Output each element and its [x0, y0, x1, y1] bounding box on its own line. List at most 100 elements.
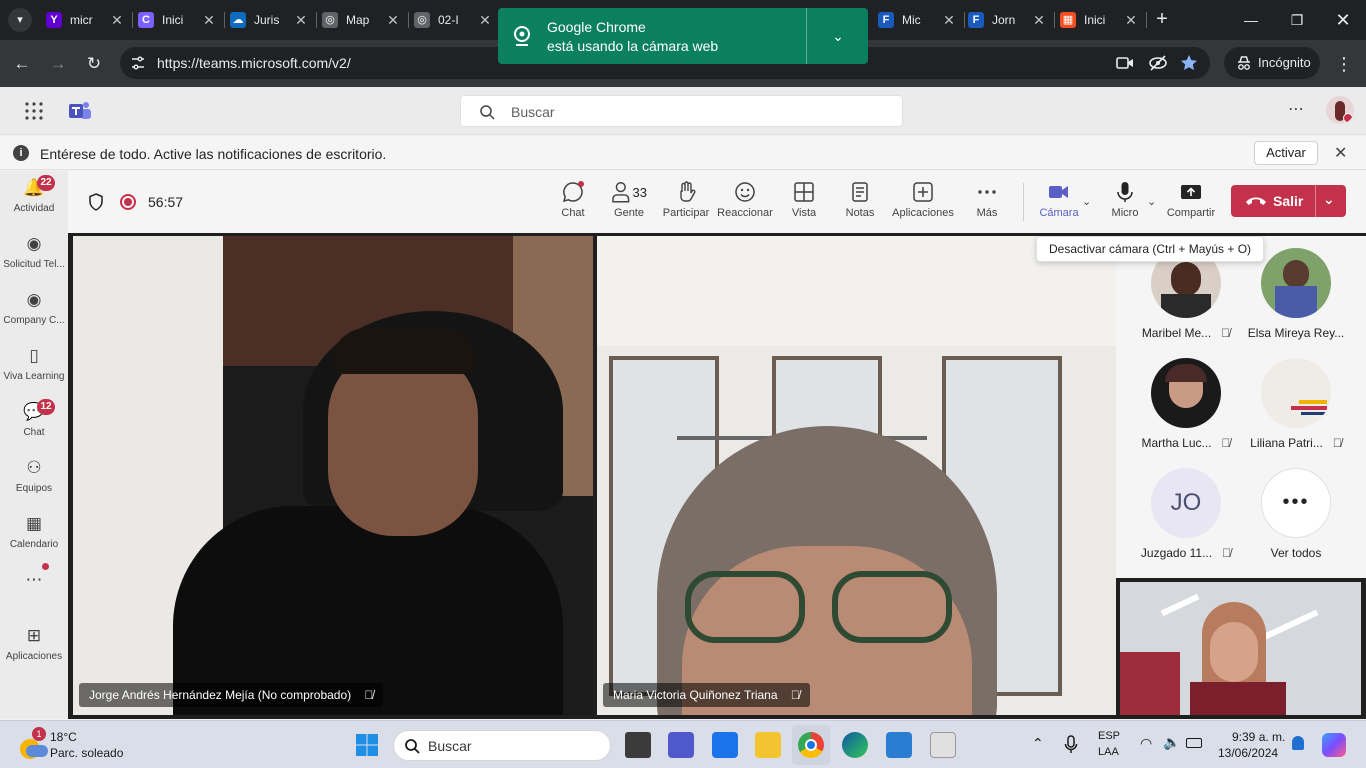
notes-button[interactable]: Notas	[843, 181, 877, 219]
site-info-icon[interactable]	[130, 55, 146, 71]
apps-button[interactable]: Aplicaciones	[892, 181, 954, 219]
camera-button[interactable]: Cámara	[1036, 181, 1082, 219]
windows-start-icon[interactable]	[355, 733, 379, 757]
back-arrow-icon[interactable]: ←	[10, 52, 34, 76]
tab-close-icon[interactable]: ✕	[292, 11, 310, 29]
browser-tab[interactable]: C Inici ✕	[138, 8, 218, 32]
taskbar-search[interactable]: Buscar	[393, 730, 611, 761]
tab-close-icon[interactable]: ✕	[940, 11, 958, 29]
rail-item-label: Company C...	[3, 315, 65, 326]
browser-tab[interactable]: F Mic ✕	[878, 8, 958, 32]
tab-close-icon[interactable]: ✕	[108, 11, 126, 29]
rail-item[interactable]: 🔔 22 Actividad	[0, 175, 68, 214]
microphone-icon	[1117, 182, 1133, 202]
reload-icon[interactable]: ↻	[82, 52, 106, 76]
camera-options-chevron-icon[interactable]: ⌄	[1082, 195, 1091, 208]
rail-item[interactable]: ▦ Calendario	[0, 513, 68, 550]
notification-bell-icon[interactable]	[1292, 736, 1304, 750]
more-button[interactable]: Más	[972, 181, 1002, 219]
participant-video-tile[interactable]: Maria Victoria Quiñonez Triana 🎙̸	[597, 236, 1116, 715]
forward-arrow-icon[interactable]: →	[46, 52, 70, 76]
camera-status-icon[interactable]	[1116, 55, 1134, 71]
browser-tab[interactable]: Ymicr ✕	[46, 8, 126, 32]
view-button[interactable]: Vista	[788, 181, 820, 219]
rail-item[interactable]: ◉ Solicitud Tel...	[0, 233, 68, 270]
edge-icon[interactable]	[842, 732, 868, 758]
ellipsis-icon: •••	[1261, 468, 1331, 538]
people-button[interactable]: 33 Gente	[611, 181, 647, 219]
weather-widget[interactable]: 1	[18, 727, 48, 759]
browser-tab[interactable]: ◎ Map ✕	[322, 8, 402, 32]
browser-tab[interactable]: ▦ Inici ✕	[1060, 8, 1140, 32]
clock-time[interactable]: 9:39 a. m.	[1232, 730, 1285, 744]
gallery-participant[interactable]: Liliana Patri... 🎙̸	[1236, 358, 1356, 450]
react-button[interactable]: Reaccionar	[716, 181, 774, 219]
mic-options-chevron-icon[interactable]: ⌄	[1147, 195, 1156, 208]
restore-button[interactable]: ❐	[1274, 0, 1320, 40]
teams-search-bar[interactable]: Buscar	[460, 95, 903, 127]
task-view-icon[interactable]	[625, 732, 651, 758]
volume-icon[interactable]: 🔈	[1163, 734, 1180, 751]
chrome-menu-icon[interactable]: ⋮	[1332, 52, 1356, 76]
leave-button[interactable]: Salir ⌄	[1231, 185, 1346, 217]
gallery-participant[interactable]: Martha Luc... 🎙̸	[1126, 358, 1246, 450]
rail-item[interactable]: 💬 12 Chat	[0, 399, 68, 438]
view-all-participants-button[interactable]: ••• Ver todos	[1236, 468, 1356, 560]
tab-title: Juris	[254, 13, 280, 27]
participant-video-tile[interactable]: Jorge Andrés Hernández Mejía (No comprob…	[73, 236, 593, 715]
minimize-button[interactable]: —	[1228, 0, 1274, 40]
tab-search-button[interactable]: ▾	[8, 8, 32, 32]
leave-options-chevron-icon[interactable]: ⌄	[1323, 191, 1335, 208]
chat-button[interactable]: Chat	[558, 181, 588, 219]
raise-hand-button[interactable]: Participar	[662, 181, 710, 219]
tab-favicon-icon: ◎	[414, 12, 430, 28]
language-code[interactable]: ESP	[1098, 730, 1120, 742]
battery-icon[interactable]	[1186, 738, 1202, 748]
browser-tab[interactable]: ◎ 02-I ✕	[414, 8, 494, 32]
incognito-indicator[interactable]: Incógnito	[1224, 47, 1320, 79]
snipping-tool-icon[interactable]	[930, 732, 956, 758]
ellipsis-icon	[978, 190, 996, 194]
tab-close-icon[interactable]: ✕	[384, 11, 402, 29]
activate-notifications-button[interactable]: Activar	[1254, 141, 1318, 165]
dismiss-close-icon[interactable]: ✕	[1334, 143, 1347, 163]
popup-expand-chevron-icon[interactable]: ⌄	[824, 24, 852, 48]
browser-tab[interactable]: F Jorn ✕	[968, 8, 1048, 32]
rail-item[interactable]: ◉ Company C...	[0, 289, 68, 326]
microphone-in-use-icon[interactable]	[1064, 735, 1078, 755]
wifi-icon[interactable]: ◠	[1140, 735, 1152, 752]
rail-item[interactable]: ⊞ Aplicaciones	[0, 625, 68, 662]
tab-close-icon[interactable]: ✕	[1030, 11, 1048, 29]
profile-avatar[interactable]	[1326, 96, 1354, 124]
video-glasses-left	[685, 571, 805, 643]
file-explorer-icon[interactable]	[755, 732, 781, 758]
clock-date[interactable]: 13/06/2024	[1218, 746, 1278, 760]
new-tab-button[interactable]: +	[1150, 8, 1174, 32]
close-window-button[interactable]: ✕	[1320, 0, 1366, 40]
microphone-button[interactable]: Micro	[1108, 181, 1142, 219]
gallery-participant[interactable]: JO Juzgado 11... 🎙̸	[1126, 468, 1246, 560]
mail-icon[interactable]	[712, 732, 738, 758]
shield-icon[interactable]	[88, 193, 104, 211]
store-icon[interactable]	[886, 732, 912, 758]
rail-item[interactable]: ⋯	[0, 563, 68, 595]
chrome-taskbar-icon[interactable]	[798, 732, 824, 758]
rail-item[interactable]: ⚇ Equipos	[0, 457, 68, 494]
show-hidden-icons-chevron[interactable]: ⌃	[1032, 735, 1044, 752]
notification-bar: i Entérese de todo. Active las notificac…	[0, 136, 1366, 170]
browser-tab[interactable]: ☁ Juris ✕	[230, 8, 310, 32]
more-options-icon[interactable]: ⋯	[1288, 99, 1305, 119]
rail-item[interactable]: ▯ Viva Learning	[0, 345, 68, 382]
keyboard-layout[interactable]: LAA	[1098, 746, 1119, 758]
tab-close-icon[interactable]: ✕	[476, 11, 494, 29]
app-launcher-icon[interactable]	[25, 102, 43, 120]
teams-icon: ⚇	[26, 458, 42, 477]
copilot-icon[interactable]	[1322, 733, 1346, 757]
share-button[interactable]: Compartir	[1165, 181, 1217, 219]
teams-taskbar-icon[interactable]	[668, 732, 694, 758]
tab-close-icon[interactable]: ✕	[200, 11, 218, 29]
bookmark-star-icon[interactable]	[1180, 54, 1198, 72]
eye-slash-icon[interactable]	[1148, 54, 1168, 72]
tab-close-icon[interactable]: ✕	[1122, 11, 1140, 29]
self-video-preview[interactable]	[1120, 582, 1361, 715]
